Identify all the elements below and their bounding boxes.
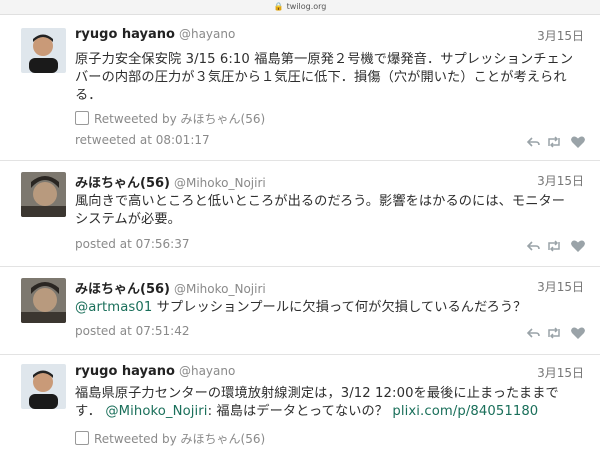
user-name[interactable]: ryugo hayano @hayano	[75, 364, 235, 379]
heart-icon[interactable]	[570, 325, 586, 339]
tweet-item: ryugo hayano @hayano 3月15日 福島県原子力センターの環境放…	[0, 354, 600, 450]
tweet-actions	[526, 134, 588, 148]
tweet-item: みほちゃん(56) @Mihoko_Nojiri 3月15日 風向きで高いところと…	[0, 160, 600, 266]
heart-icon[interactable]	[570, 134, 586, 148]
url-text: twilog.org	[286, 2, 327, 11]
avatar[interactable]	[21, 278, 66, 323]
reply-icon[interactable]	[526, 134, 540, 148]
tweet-text: @artmas01 サプレッションプールに欠損って何が欠損しているんだろう？	[75, 300, 527, 315]
retweeted-by: Retweeted by みほちゃん(56)	[75, 110, 265, 127]
user-handle[interactable]: @Mihoko_Nojiri	[174, 176, 266, 190]
user-handle[interactable]: @Mihoko_Nojiri	[174, 282, 266, 296]
avatar[interactable]	[21, 28, 66, 73]
tweet-timestamp[interactable]: posted at 07:51:42	[75, 324, 190, 338]
user-handle[interactable]: @hayano	[179, 364, 235, 378]
user-handle[interactable]: @hayano	[179, 27, 235, 41]
retweet-icon	[75, 431, 89, 445]
photo-link[interactable]: plixi.com/p/84051180	[392, 404, 538, 419]
retweet-icon[interactable]	[546, 238, 562, 252]
reply-icon[interactable]	[526, 238, 540, 252]
avatar[interactable]	[21, 172, 66, 217]
user-name[interactable]: ryugo hayano @hayano	[75, 27, 235, 42]
retweet-icon[interactable]	[546, 134, 562, 148]
tweet-item: ryugo hayano @hayano 3月15日 原子力安全保安院 3/15 …	[0, 14, 600, 160]
retweeted-by: Retweeted by みほちゃん(56)	[75, 430, 265, 447]
avatar[interactable]	[21, 364, 66, 409]
tweet-timestamp[interactable]: retweeted at 08:01:17	[75, 133, 210, 147]
tweet-date[interactable]: 3月15日	[537, 27, 584, 44]
retweet-icon	[75, 111, 89, 125]
lock-icon: 🔒	[273, 2, 284, 11]
retweet-icon[interactable]	[546, 325, 562, 339]
tweet-date[interactable]: 3月15日	[537, 278, 584, 295]
tweet-text: 原子力安全保安院 3/15 6:10 福島第一原発２号機で爆発音．サプレッション…	[75, 52, 574, 103]
tweet-timestamp[interactable]: posted at 07:56:37	[75, 237, 190, 251]
user-name[interactable]: みほちゃん(56) @Mihoko_Nojiri	[75, 278, 266, 297]
heart-icon[interactable]	[570, 238, 586, 252]
tweet-date[interactable]: 3月15日	[537, 172, 584, 189]
tweet-actions	[526, 238, 588, 252]
mention-link[interactable]: @Mihoko_Nojiri	[105, 404, 207, 419]
tweet-actions	[526, 325, 588, 339]
tweet-text: 福島県原子力センターの環境放射線測定は，3/12 12:00を最後に止まったまま…	[75, 386, 559, 419]
browser-address-bar[interactable]: 🔒 twilog.org	[0, 0, 600, 15]
user-name[interactable]: みほちゃん(56) @Mihoko_Nojiri	[75, 172, 266, 191]
tweet-date[interactable]: 3月15日	[537, 364, 584, 381]
mention-link[interactable]: @artmas01	[75, 300, 152, 315]
reply-icon[interactable]	[526, 325, 540, 339]
tweet-item: みほちゃん(56) @Mihoko_Nojiri 3月15日 @artmas01 …	[0, 266, 600, 354]
tweet-text: 風向きで高いところと低いところが出るのだろう。影響をはかるのには、モニターシステ…	[75, 194, 566, 227]
